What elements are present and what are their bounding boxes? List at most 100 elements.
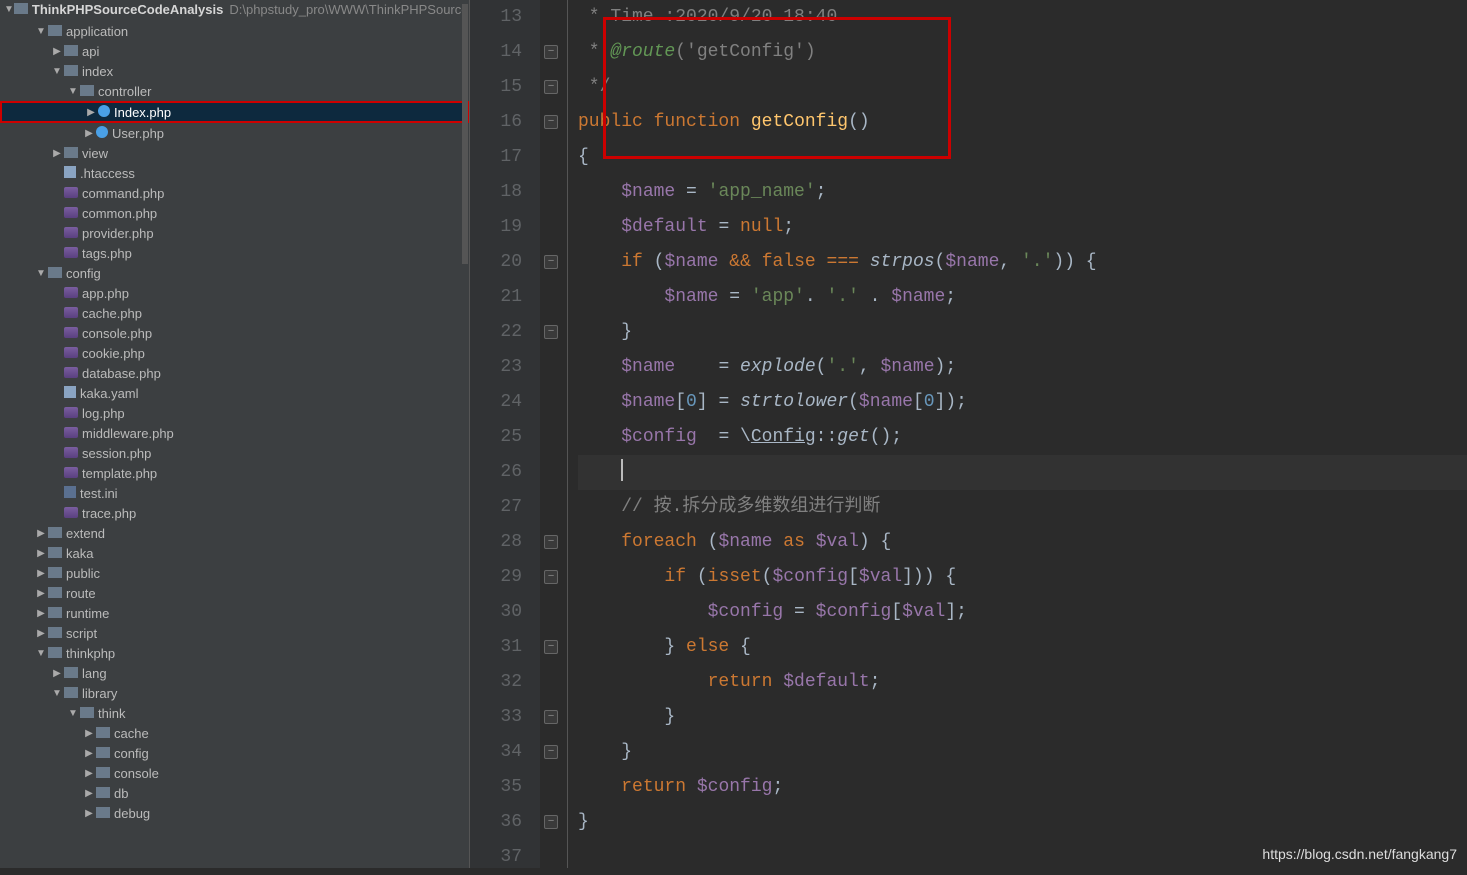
- fold-toggle-icon[interactable]: −: [544, 570, 558, 584]
- fold-column[interactable]: − − − − − − − − − − −: [540, 0, 568, 868]
- tree-item-session-php[interactable]: session.php: [0, 443, 469, 463]
- fold-toggle-icon[interactable]: −: [544, 745, 558, 759]
- tree-item-kaka-yaml[interactable]: kaka.yaml: [0, 383, 469, 403]
- tree-item-common-php[interactable]: common.php: [0, 203, 469, 223]
- code-area[interactable]: * Time :2020/9/20 18:40 * @route('getCon…: [568, 0, 1467, 868]
- file-tree[interactable]: ▼application▶api▼index▼controller▶Index.…: [0, 19, 469, 825]
- project-sidebar[interactable]: ▼ ThinkPHPSourceCodeAnalysis D:\phpstudy…: [0, 0, 470, 868]
- tree-item-runtime[interactable]: ▶runtime: [0, 603, 469, 623]
- fold-toggle-icon[interactable]: −: [544, 80, 558, 94]
- code-line: $name[0] = strtolower($name[0]);: [578, 385, 1467, 420]
- chevron-icon[interactable]: ▶: [82, 728, 96, 739]
- code-editor[interactable]: 1314151617181920212223242526272829303132…: [470, 0, 1467, 868]
- tree-item-database-php[interactable]: database.php: [0, 363, 469, 383]
- blue-icon: [96, 126, 112, 141]
- tree-item-route[interactable]: ▶ route: [0, 583, 469, 603]
- tree-item-console[interactable]: ▶console: [0, 763, 469, 783]
- tree-item--htaccess[interactable]: .htaccess: [0, 163, 469, 183]
- chevron-icon[interactable]: ▼: [66, 708, 80, 719]
- chevron-icon[interactable]: ▶: [82, 788, 96, 799]
- tree-item-library[interactable]: ▼library: [0, 683, 469, 703]
- tree-item-cache-php[interactable]: cache.php: [0, 303, 469, 323]
- tree-item-label: controller: [98, 84, 151, 99]
- chevron-icon[interactable]: ▼: [34, 648, 48, 659]
- chevron-icon[interactable]: ▼: [34, 26, 48, 37]
- fold-toggle-icon[interactable]: −: [544, 815, 558, 829]
- tree-item-cookie-php[interactable]: cookie.php: [0, 343, 469, 363]
- tree-item-test-ini[interactable]: test.ini: [0, 483, 469, 503]
- chevron-icon[interactable]: ▼: [34, 268, 48, 279]
- fold-toggle-icon[interactable]: −: [544, 325, 558, 339]
- fold-toggle-icon[interactable]: −: [544, 535, 558, 549]
- chevron-icon[interactable]: ▶: [82, 768, 96, 779]
- blue-icon: [98, 105, 114, 120]
- project-header[interactable]: ▼ ThinkPHPSourceCodeAnalysis D:\phpstudy…: [0, 0, 469, 19]
- code-line: } else {: [578, 630, 1467, 665]
- tree-item-command-php[interactable]: command.php: [0, 183, 469, 203]
- tree-item-application[interactable]: ▼application: [0, 21, 469, 41]
- tree-item-Index-php[interactable]: ▶Index.php: [0, 101, 469, 123]
- tree-item-thinkphp[interactable]: ▼thinkphp: [0, 643, 469, 663]
- tree-item-User-php[interactable]: ▶ User.php: [0, 123, 469, 143]
- tree-item-config[interactable]: ▼ config: [0, 263, 469, 283]
- tree-item-label: User.php: [112, 126, 164, 141]
- fold-toggle-icon[interactable]: −: [544, 640, 558, 654]
- tree-item-tags-php[interactable]: tags.php: [0, 243, 469, 263]
- php-icon: [64, 226, 82, 241]
- chevron-icon[interactable]: ▶: [82, 808, 96, 819]
- code-line: $name = 'app'. '.' . $name;: [578, 280, 1467, 315]
- chevron-icon[interactable]: ▶: [34, 528, 48, 539]
- tree-item-label: route: [66, 586, 96, 601]
- tree-item-trace-php[interactable]: trace.php: [0, 503, 469, 523]
- scrollbar[interactable]: [462, 4, 468, 264]
- line-number: 28: [470, 525, 522, 560]
- tree-item-think[interactable]: ▼think: [0, 703, 469, 723]
- tree-item-middleware-php[interactable]: middleware.php: [0, 423, 469, 443]
- chevron-icon[interactable]: ▼: [50, 688, 64, 699]
- code-line: * @route('getConfig'): [578, 35, 1467, 70]
- tree-item-log-php[interactable]: log.php: [0, 403, 469, 423]
- code-line: // 按.拆分成多维数组进行判断: [578, 490, 1467, 525]
- tree-item-extend[interactable]: ▶ extend: [0, 523, 469, 543]
- chevron-icon[interactable]: ▶: [84, 107, 98, 118]
- chevron-icon[interactable]: ▶: [34, 608, 48, 619]
- tree-item-api[interactable]: ▶api: [0, 41, 469, 61]
- tree-item-template-php[interactable]: template.php: [0, 463, 469, 483]
- tree-item-db[interactable]: ▶db: [0, 783, 469, 803]
- tree-item-lang[interactable]: ▶lang: [0, 663, 469, 683]
- chevron-icon[interactable]: ▶: [82, 128, 96, 139]
- text-cursor: [621, 459, 623, 481]
- code-line: }: [578, 735, 1467, 770]
- code-line: $default = null;: [578, 210, 1467, 245]
- tree-item-debug[interactable]: ▶debug: [0, 803, 469, 823]
- tree-item-index[interactable]: ▼index: [0, 61, 469, 81]
- tree-item-console-php[interactable]: console.php: [0, 323, 469, 343]
- code-line: $name = explode('.', $name);: [578, 350, 1467, 385]
- chevron-icon[interactable]: ▶: [34, 568, 48, 579]
- tree-item-kaka[interactable]: ▶kaka: [0, 543, 469, 563]
- chevron-icon[interactable]: ▶: [34, 548, 48, 559]
- fold-toggle-icon[interactable]: −: [544, 115, 558, 129]
- chevron-icon[interactable]: ▶: [34, 588, 48, 599]
- chevron-icon[interactable]: ▶: [82, 748, 96, 759]
- chevron-icon[interactable]: ▶: [50, 148, 64, 159]
- chevron-icon[interactable]: ▼: [66, 86, 80, 97]
- tree-item-label: extend: [66, 526, 105, 541]
- tree-item-script[interactable]: ▶script: [0, 623, 469, 643]
- chevron-icon[interactable]: ▼: [50, 66, 64, 77]
- chevron-icon[interactable]: ▶: [34, 628, 48, 639]
- tree-item-label: template.php: [82, 466, 157, 481]
- chevron-icon[interactable]: ▶: [50, 46, 64, 57]
- tree-item-cache[interactable]: ▶cache: [0, 723, 469, 743]
- tree-item-provider-php[interactable]: provider.php: [0, 223, 469, 243]
- tree-item-public[interactable]: ▶public: [0, 563, 469, 583]
- fold-toggle-icon[interactable]: −: [544, 45, 558, 59]
- chevron-icon[interactable]: ▶: [50, 668, 64, 679]
- tree-item-controller[interactable]: ▼ controller: [0, 81, 469, 101]
- fold-toggle-icon[interactable]: −: [544, 710, 558, 724]
- tree-item-config[interactable]: ▶config: [0, 743, 469, 763]
- tree-item-label: config: [66, 266, 101, 281]
- fold-toggle-icon[interactable]: −: [544, 255, 558, 269]
- tree-item-app-php[interactable]: app.php: [0, 283, 469, 303]
- tree-item-view[interactable]: ▶view: [0, 143, 469, 163]
